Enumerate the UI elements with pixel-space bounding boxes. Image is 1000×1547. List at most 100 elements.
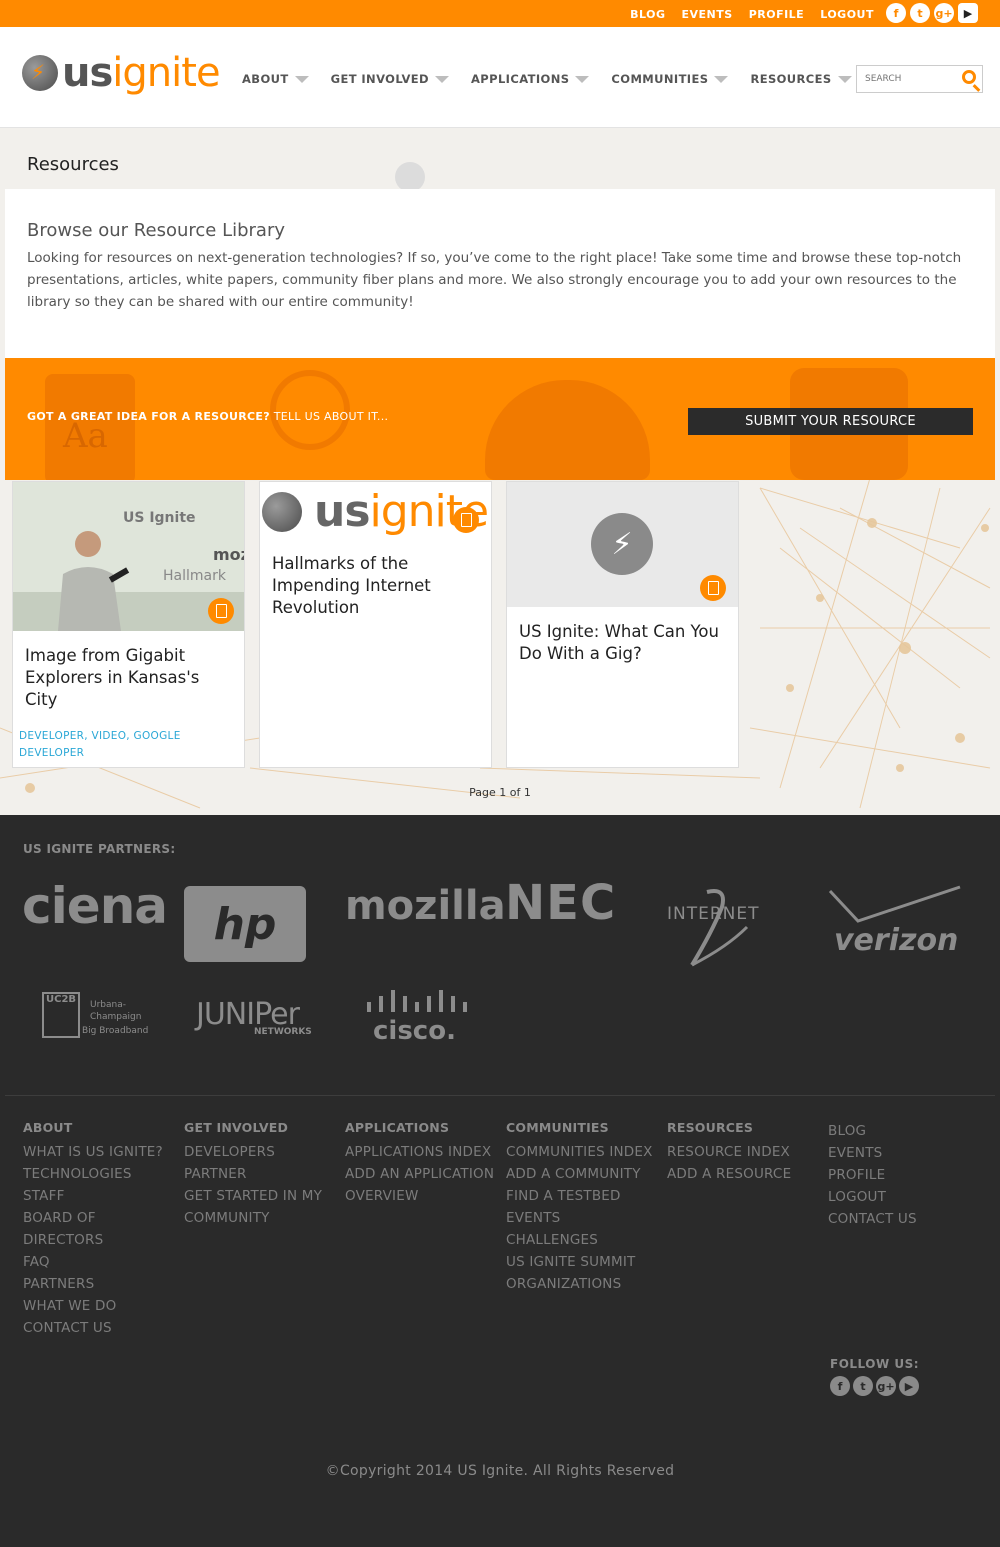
intro-panel: Browse our Resource Library Looking for …	[5, 189, 995, 358]
submit-resource-banner: Aa GOT A GREAT IDEA FOR A RESOURCE? TELL…	[5, 358, 995, 480]
search-box	[856, 65, 983, 93]
footer-link[interactable]: FIND A TESTBED	[506, 1185, 661, 1207]
document-type-icon	[208, 598, 234, 624]
card-title[interactable]: Hallmarks of the Impending Internet Revo…	[272, 553, 482, 619]
footer-link[interactable]: TECHNOLOGIES	[23, 1163, 173, 1185]
card-tags[interactable]: DEVELOPER, VIDEO, GOOGLE DEVELOPER	[19, 728, 209, 762]
twitter-icon[interactable]: t	[910, 3, 930, 23]
cta-prompt[interactable]: TELL US ABOUT IT...	[274, 410, 389, 423]
footer-link[interactable]: WHAT WE DO	[23, 1295, 173, 1317]
bolt-icon: ⚡	[591, 513, 653, 575]
follow-us-label: FOLLOW US:	[830, 1357, 920, 1371]
resource-card-2[interactable]: us ignite Hallmarks of the Impending Inte…	[259, 481, 492, 768]
google-plus-icon[interactable]: g+	[934, 3, 954, 23]
google-plus-icon[interactable]: g+	[876, 1376, 896, 1396]
partner-logo-cisco[interactable]: cisco.	[365, 988, 470, 1048]
footer-link[interactable]: US IGNITE SUMMIT	[506, 1251, 661, 1273]
partner-logo-hp[interactable]: hp	[184, 886, 306, 962]
footer-link[interactable]: RESOURCE INDEX	[667, 1141, 817, 1163]
footer-link[interactable]: GET STARTED IN MY COMMUNITY	[184, 1185, 334, 1229]
svg-text:US Ignite: US Ignite	[123, 510, 196, 526]
footer-link[interactable]: PARTNER	[184, 1163, 334, 1185]
footer-link[interactable]: PARTNERS	[23, 1273, 173, 1295]
footer-link[interactable]: CONTACT US	[828, 1208, 968, 1230]
footer-col-account: BLOG EVENTS PROFILE LOGOUT CONTACT US	[828, 1120, 968, 1230]
youtube-icon[interactable]: ▶	[958, 3, 978, 23]
partner-logo-uc2b[interactable]: UC2B Urbana- Champaign Big Broadband	[42, 992, 154, 1040]
footer-link[interactable]: CHALLENGES	[506, 1229, 661, 1251]
footer-link[interactable]: PROFILE	[828, 1164, 968, 1186]
facebook-icon[interactable]: f	[830, 1376, 850, 1396]
top-link-logout[interactable]: LOGOUT	[820, 8, 874, 21]
intro-text: Looking for resources on next-generation…	[27, 250, 962, 310]
footer-link[interactable]: ORGANIZATIONS	[506, 1273, 661, 1295]
site-footer: US IGNITE PARTNERS: ciena hp mozilla NEC…	[0, 815, 1000, 1547]
top-bar: BLOG EVENTS PROFILE LOGOUT f t g+ ▶	[0, 0, 1000, 27]
chevron-down-icon	[435, 75, 449, 83]
submit-resource-button[interactable]: SUBMIT YOUR RESOURCE	[688, 408, 973, 435]
footer-link[interactable]: ADD AN APPLICATION	[345, 1163, 500, 1185]
cta-question: GOT A GREAT IDEA FOR A RESOURCE?	[27, 410, 270, 423]
top-link-profile[interactable]: PROFILE	[749, 8, 805, 21]
footer-link[interactable]: LOGOUT	[828, 1186, 968, 1208]
footer-link[interactable]: DEVELOPERS	[184, 1141, 334, 1163]
pagination: Page 1 of 1	[469, 786, 531, 799]
footer-link[interactable]: ADD A COMMUNITY	[506, 1163, 661, 1185]
document-type-icon	[453, 507, 479, 533]
svg-text:Hallmark: Hallmark	[163, 568, 227, 584]
footer-divider	[5, 1095, 995, 1096]
footer-col-communities: COMMUNITIES COMMUNITIES INDEX ADD A COMM…	[506, 1120, 661, 1295]
copyright: ©Copyright 2014 US Ignite. All Rights Re…	[325, 1463, 675, 1479]
cisco-bars-icon	[367, 990, 467, 1012]
footer-link[interactable]: FAQ	[23, 1251, 173, 1273]
logo-us-text: us	[62, 50, 113, 96]
footer-link[interactable]: CONTACT US	[23, 1317, 173, 1339]
footer-link[interactable]: WHAT IS US IGNITE?	[23, 1141, 173, 1163]
page-title: Resources	[27, 154, 119, 175]
chevron-down-icon	[294, 75, 309, 83]
partner-logo-ciena[interactable]: ciena	[22, 877, 168, 935]
helmet-icon	[485, 380, 650, 480]
footer-col-applications: APPLICATIONS APPLICATIONS INDEX ADD AN A…	[345, 1120, 500, 1207]
nav-applications[interactable]: APPLICATIONS	[471, 72, 590, 86]
footer-link[interactable]: OVERVIEW	[345, 1185, 500, 1207]
footer-link[interactable]: ADD A RESOURCE	[667, 1163, 817, 1185]
resource-card-1[interactable]: US Ignite Hallmark mozi Image from Gigab…	[12, 481, 245, 768]
nav-about[interactable]: ABOUT	[242, 72, 309, 86]
nav-get-involved[interactable]: GET INVOLVED	[331, 72, 449, 86]
nav-resources[interactable]: RESOURCES	[750, 72, 852, 86]
partners-heading: US IGNITE PARTNERS:	[23, 842, 176, 856]
top-link-events[interactable]: EVENTS	[682, 8, 733, 21]
footer-link[interactable]: STAFF	[23, 1185, 173, 1207]
top-social: f t g+ ▶	[886, 3, 978, 23]
partner-logo-juniper[interactable]: JUNIPer NETWORKS	[196, 997, 321, 1042]
partner-logo-internet2[interactable]: INTERNET	[667, 887, 777, 967]
footer-link[interactable]: COMMUNITIES INDEX	[506, 1141, 661, 1163]
search-input[interactable]	[857, 66, 952, 92]
verizon-check-icon	[828, 885, 961, 923]
twitter-icon[interactable]: t	[853, 1376, 873, 1396]
footer-link[interactable]: APPLICATIONS INDEX	[345, 1141, 500, 1163]
partner-logo-verizon[interactable]: verizon	[828, 885, 963, 960]
footer-link[interactable]: EVENTS	[828, 1142, 968, 1164]
footer-col-about: ABOUT WHAT IS US IGNITE? TECHNOLOGIES ST…	[23, 1120, 173, 1339]
card-title[interactable]: Image from Gigabit Explorers in Kansas's…	[25, 645, 235, 711]
footer-link[interactable]: BLOG	[828, 1120, 968, 1142]
nav-communities[interactable]: COMMUNITIES	[611, 72, 729, 86]
youtube-icon[interactable]: ▶	[899, 1376, 919, 1396]
footer-link[interactable]: BOARD OF DIRECTORS	[23, 1207, 133, 1251]
site-logo[interactable]: usignite	[22, 50, 221, 96]
logo-bolt-icon	[22, 55, 58, 91]
search-icon[interactable]	[962, 70, 976, 84]
facebook-icon[interactable]: f	[886, 3, 906, 23]
logo-ignite-text: ignite	[112, 50, 220, 96]
intro-heading: Browse our Resource Library	[27, 220, 286, 241]
partner-logo-mozilla[interactable]: mozilla	[345, 883, 506, 929]
site-header: usignite ABOUT GET INVOLVED APPLICATIONS…	[0, 27, 1000, 128]
top-link-blog[interactable]: BLOG	[630, 8, 665, 21]
card-title[interactable]: US Ignite: What Can You Do With a Gig?	[519, 621, 734, 665]
partner-logo-nec[interactable]: NEC	[505, 875, 616, 931]
chevron-down-icon	[714, 75, 729, 83]
footer-link[interactable]: EVENTS	[506, 1207, 661, 1229]
resource-card-3[interactable]: ⚡ US Ignite: What Can You Do With a Gig?	[506, 481, 739, 768]
